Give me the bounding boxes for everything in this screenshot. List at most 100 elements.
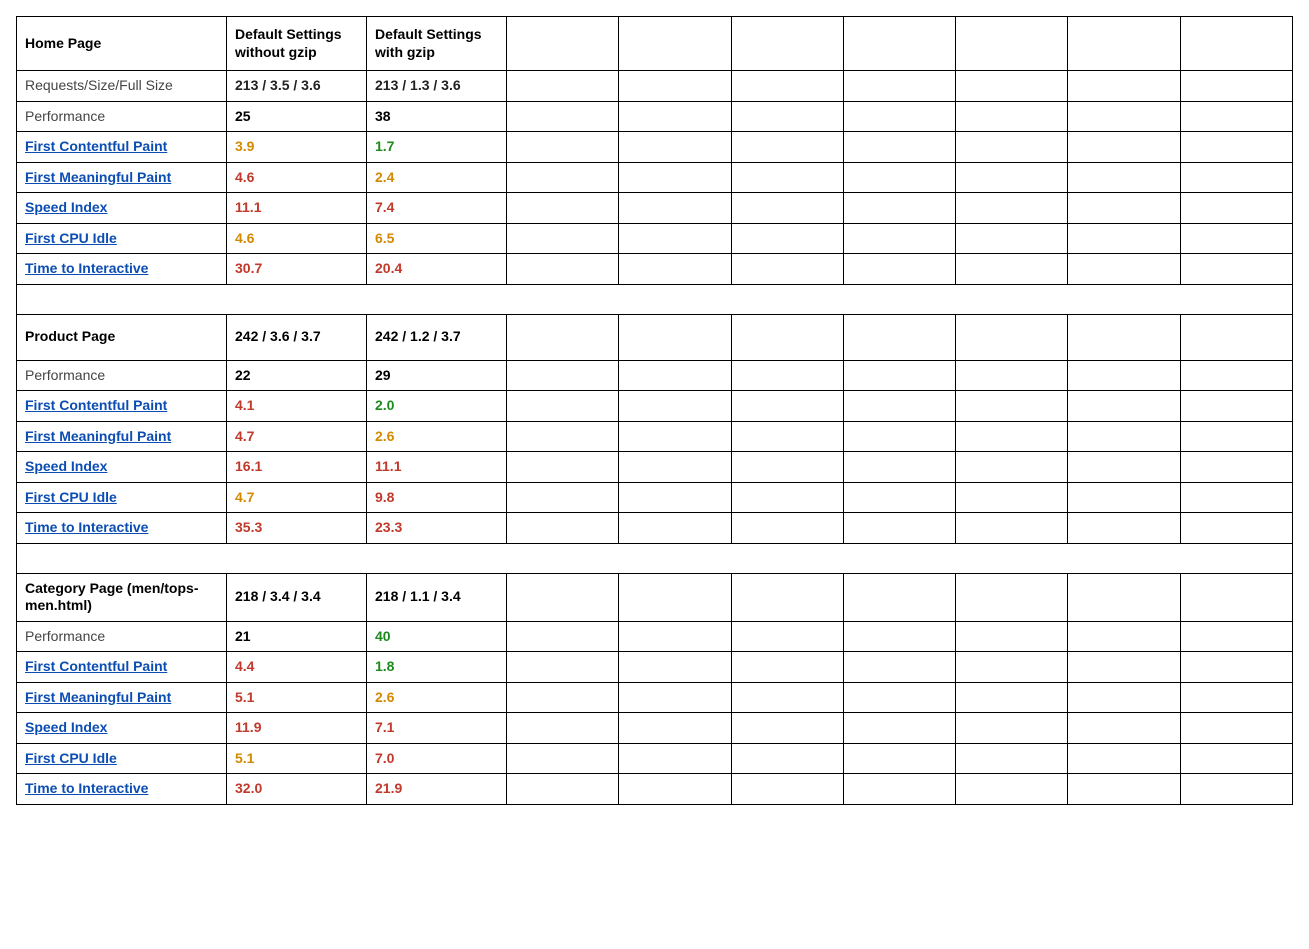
metric-row: Time to Interactive32.021.9: [17, 774, 1293, 805]
empty-cell: [1180, 391, 1292, 422]
metric-row: First Contentful Paint4.12.0: [17, 391, 1293, 422]
empty-cell: [619, 573, 731, 621]
empty-cell: [956, 652, 1068, 683]
metric-value-1: 35.3: [227, 513, 367, 544]
empty-cell: [1068, 223, 1180, 254]
metric-row: Speed Index16.111.1: [17, 452, 1293, 483]
empty-cell: [843, 132, 955, 163]
empty-cell: [619, 360, 731, 391]
metric-label-cell: First Contentful Paint: [17, 652, 227, 683]
requests-row: Requests/Size/Full Size213 / 3.5 / 3.621…: [17, 71, 1293, 102]
metric-link[interactable]: Time to Interactive: [25, 260, 148, 276]
empty-cell: [507, 17, 619, 71]
empty-cell: [507, 360, 619, 391]
empty-cell: [956, 621, 1068, 652]
empty-cell: [956, 193, 1068, 224]
empty-cell: [619, 621, 731, 652]
metric-row: First CPU Idle4.66.5: [17, 223, 1293, 254]
empty-cell: [507, 391, 619, 422]
metric-link[interactable]: First Contentful Paint: [25, 138, 167, 154]
metric-link[interactable]: First Meaningful Paint: [25, 689, 171, 705]
empty-cell: [1180, 223, 1292, 254]
metric-value-1: 4.7: [227, 482, 367, 513]
empty-cell: [507, 713, 619, 744]
empty-cell: [843, 360, 955, 391]
metric-label-cell: First Contentful Paint: [17, 391, 227, 422]
empty-cell: [956, 132, 1068, 163]
empty-cell: [843, 391, 955, 422]
empty-cell: [956, 713, 1068, 744]
empty-cell: [731, 71, 843, 102]
empty-cell: [507, 314, 619, 360]
metric-value-1: 5.1: [227, 743, 367, 774]
empty-cell: [619, 713, 731, 744]
empty-cell: [507, 743, 619, 774]
col-header-1: Default Settings without gzip: [227, 17, 367, 71]
empty-cell: [619, 482, 731, 513]
empty-cell: [1068, 573, 1180, 621]
empty-cell: [843, 162, 955, 193]
requests-value-2: 242 / 1.2 / 3.7: [367, 314, 507, 360]
section-header-row: Category Page (men/tops-men.html)218 / 3…: [17, 573, 1293, 621]
empty-cell: [1180, 71, 1292, 102]
metric-link[interactable]: First Contentful Paint: [25, 658, 167, 674]
metric-link[interactable]: First CPU Idle: [25, 230, 117, 246]
metric-label-cell: Speed Index: [17, 452, 227, 483]
empty-cell: [731, 254, 843, 285]
empty-cell: [731, 713, 843, 744]
metric-link[interactable]: Speed Index: [25, 199, 107, 215]
empty-cell: [1068, 452, 1180, 483]
requests-value-1: 218 / 3.4 / 3.4: [227, 573, 367, 621]
metric-link[interactable]: First Meaningful Paint: [25, 169, 171, 185]
metric-value-1: 11.9: [227, 713, 367, 744]
empty-cell: [1180, 743, 1292, 774]
metric-value-1: 4.4: [227, 652, 367, 683]
metric-link[interactable]: First Meaningful Paint: [25, 428, 171, 444]
metric-link[interactable]: First CPU Idle: [25, 750, 117, 766]
empty-cell: [956, 452, 1068, 483]
metric-row: Speed Index11.17.4: [17, 193, 1293, 224]
empty-cell: [956, 17, 1068, 71]
empty-cell: [1068, 193, 1180, 224]
metric-value-1: 4.6: [227, 223, 367, 254]
empty-cell: [1068, 621, 1180, 652]
empty-cell: [507, 421, 619, 452]
metric-value-2: 7.1: [367, 713, 507, 744]
empty-cell: [843, 774, 955, 805]
metric-row: First Meaningful Paint5.12.6: [17, 682, 1293, 713]
empty-cell: [843, 17, 955, 71]
performance-value-1: 22: [227, 360, 367, 391]
metric-value-2: 11.1: [367, 452, 507, 483]
empty-cell: [731, 743, 843, 774]
empty-cell: [1180, 101, 1292, 132]
empty-cell: [843, 513, 955, 544]
empty-cell: [1180, 573, 1292, 621]
performance-value-2: 29: [367, 360, 507, 391]
metric-link[interactable]: Speed Index: [25, 458, 107, 474]
empty-cell: [1180, 162, 1292, 193]
metric-row: First Contentful Paint4.41.8: [17, 652, 1293, 683]
empty-cell: [731, 682, 843, 713]
empty-cell: [619, 682, 731, 713]
metric-value-1: 3.9: [227, 132, 367, 163]
metric-link[interactable]: First CPU Idle: [25, 489, 117, 505]
metric-value-2: 2.0: [367, 391, 507, 422]
empty-cell: [956, 743, 1068, 774]
empty-cell: [1180, 774, 1292, 805]
metric-link[interactable]: Speed Index: [25, 719, 107, 735]
metric-link[interactable]: First Contentful Paint: [25, 397, 167, 413]
metric-value-1: 4.6: [227, 162, 367, 193]
metric-link[interactable]: Time to Interactive: [25, 780, 148, 796]
empty-cell: [1180, 682, 1292, 713]
empty-cell: [507, 162, 619, 193]
metric-link[interactable]: Time to Interactive: [25, 519, 148, 535]
metric-label-cell: First Meaningful Paint: [17, 682, 227, 713]
empty-cell: [956, 573, 1068, 621]
empty-cell: [507, 482, 619, 513]
metric-row: Speed Index 11.97.1: [17, 713, 1293, 744]
metric-value-2: 23.3: [367, 513, 507, 544]
empty-cell: [1180, 713, 1292, 744]
metric-label-cell: First CPU Idle: [17, 482, 227, 513]
section-title: Home Page: [17, 17, 227, 71]
section-title: Category Page (men/tops-men.html): [17, 573, 227, 621]
